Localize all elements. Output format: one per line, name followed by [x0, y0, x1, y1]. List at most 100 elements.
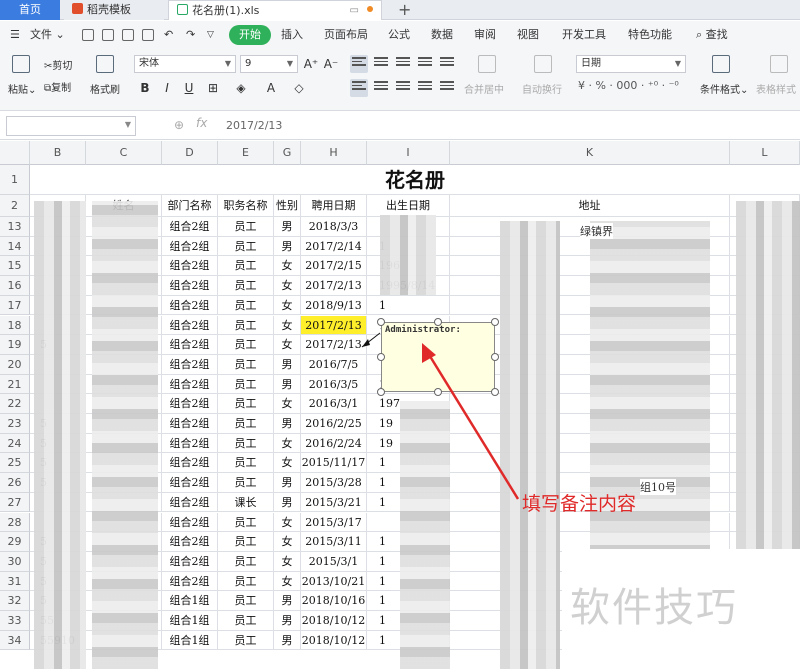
cell-e-29[interactable]: 员工: [218, 532, 274, 552]
cell-d-25[interactable]: 组合2组: [162, 453, 218, 474]
cell-e-19[interactable]: 员工: [218, 335, 274, 355]
header-cell-position[interactable]: 职务名称: [218, 195, 274, 217]
cell-e-14[interactable]: 员工: [218, 236, 274, 257]
header-cell-gender[interactable]: 性别: [274, 195, 301, 217]
print-icon[interactable]: [122, 29, 134, 41]
cell-e-25[interactable]: 员工: [218, 453, 274, 474]
fill-color-icon[interactable]: ◈: [232, 79, 250, 97]
export-icon[interactable]: [102, 29, 114, 41]
cell-g-31[interactable]: 女: [274, 571, 301, 592]
fx-icon[interactable]: fx: [196, 116, 207, 130]
cell-e-16[interactable]: 员工: [218, 276, 274, 296]
cell-d-27[interactable]: 组合2组: [162, 492, 218, 513]
cell-e-28[interactable]: 员工: [218, 512, 274, 533]
cell-h-16[interactable]: 2017/2/13: [301, 276, 367, 296]
row-header-31[interactable]: 31: [0, 571, 30, 592]
undo-icon[interactable]: ↶: [164, 21, 173, 49]
cell-g-15[interactable]: 女: [274, 256, 301, 277]
row-header-28[interactable]: 28: [0, 512, 30, 533]
cell-g-29[interactable]: 女: [274, 532, 301, 552]
tab-file[interactable]: 花名册(1).xls ▭: [168, 0, 382, 20]
cell-d-31[interactable]: 组合2组: [162, 571, 218, 592]
paste-icon[interactable]: [12, 55, 30, 73]
cell-e-34[interactable]: 员工: [218, 630, 274, 651]
cell-h-17[interactable]: 2018/9/13: [301, 295, 367, 316]
cell-g-17[interactable]: 女: [274, 295, 301, 316]
copy-button[interactable]: ⧉复制: [44, 79, 71, 94]
cell-d-15[interactable]: 组合2组: [162, 256, 218, 277]
conditional-format-icon[interactable]: [712, 55, 730, 73]
cell-d-26[interactable]: 组合2组: [162, 473, 218, 493]
cell-g-25[interactable]: 女: [274, 453, 301, 474]
cell-h-18[interactable]: 2017/2/13: [301, 315, 367, 336]
row-header-21[interactable]: 21: [0, 374, 30, 395]
menu-special[interactable]: 特色功能: [628, 21, 672, 49]
menu-hamburger-icon[interactable]: ☰: [10, 21, 20, 49]
menu-layout[interactable]: 页面布局: [324, 21, 368, 49]
row-header-34[interactable]: 34: [0, 630, 30, 651]
col-header-e[interactable]: E: [218, 141, 274, 165]
cell-h-15[interactable]: 2017/2/15: [301, 256, 367, 277]
cell-g-23[interactable]: 男: [274, 414, 301, 434]
cell-h-30[interactable]: 2015/3/1: [301, 551, 367, 572]
col-header-d[interactable]: D: [162, 141, 218, 165]
row-header-24[interactable]: 24: [0, 433, 30, 454]
header-cell-hire-date[interactable]: 聘用日期: [301, 195, 367, 217]
font-color-icon[interactable]: A: [262, 79, 280, 97]
font-size-select[interactable]: 9 ▼: [240, 55, 298, 73]
align-right-icon[interactable]: [394, 79, 412, 97]
row-header-26[interactable]: 26: [0, 473, 30, 493]
format-painter-button[interactable]: 格式刷: [90, 81, 120, 96]
redo-icon[interactable]: ↷: [186, 21, 195, 49]
number-format-select[interactable]: 日期 ▼: [576, 55, 686, 73]
cell-e-21[interactable]: 员工: [218, 374, 274, 395]
cell-d-21[interactable]: 组合2组: [162, 374, 218, 395]
align-top-icon[interactable]: [350, 55, 368, 73]
row-header-29[interactable]: 29: [0, 532, 30, 552]
zoom-icon[interactable]: ⊕: [174, 118, 184, 132]
cell-g-16[interactable]: 女: [274, 276, 301, 296]
cell-d-23[interactable]: 组合2组: [162, 414, 218, 434]
align-left-icon[interactable]: [350, 79, 368, 97]
cell-d-19[interactable]: 组合2组: [162, 335, 218, 355]
underline-button[interactable]: U: [180, 79, 198, 97]
cell-d-32[interactable]: 组合1组: [162, 591, 218, 611]
wrap-text-icon[interactable]: [534, 55, 552, 73]
cell-g-33[interactable]: 男: [274, 611, 301, 631]
print-preview-icon[interactable]: [142, 29, 154, 41]
decrease-font-icon[interactable]: A⁻: [322, 55, 340, 73]
cell-h-29[interactable]: 2015/3/11: [301, 532, 367, 552]
cell-g-21[interactable]: 男: [274, 374, 301, 395]
cell-h-28[interactable]: 2015/3/17: [301, 512, 367, 533]
resize-handle-icon[interactable]: [434, 318, 442, 326]
row-header-16[interactable]: 16: [0, 276, 30, 296]
row-header-13[interactable]: 13: [0, 217, 30, 237]
cell-h-21[interactable]: 2016/3/5: [301, 374, 367, 395]
cell-h-27[interactable]: 2015/3/21: [301, 492, 367, 513]
select-all-corner[interactable]: [0, 141, 30, 165]
search-button[interactable]: ⌕ 查找: [696, 21, 728, 49]
monitor-icon[interactable]: ▭: [350, 5, 359, 16]
indent-icon[interactable]: [438, 55, 456, 73]
cell-h-26[interactable]: 2015/3/28: [301, 473, 367, 493]
cell-d-30[interactable]: 组合2组: [162, 551, 218, 572]
row-header-33[interactable]: 33: [0, 611, 30, 631]
cell-g-27[interactable]: 男: [274, 492, 301, 513]
cell-d-16[interactable]: 组合2组: [162, 276, 218, 296]
row-header-14[interactable]: 14: [0, 236, 30, 257]
cell-h-13[interactable]: 2018/3/3: [301, 217, 367, 237]
cell-e-26[interactable]: 员工: [218, 473, 274, 493]
align-center-icon[interactable]: [372, 79, 390, 97]
clear-format-icon[interactable]: ◇: [290, 79, 308, 97]
cell-d-18[interactable]: 组合2组: [162, 315, 218, 336]
cell-h-24[interactable]: 2016/2/24: [301, 433, 367, 454]
cell-h-19[interactable]: 2017/2/13: [301, 335, 367, 355]
align-bottom-icon[interactable]: [394, 55, 412, 73]
cell-g-20[interactable]: 男: [274, 354, 301, 375]
format-painter-icon[interactable]: [96, 55, 114, 73]
cell-e-33[interactable]: 员工: [218, 611, 274, 631]
resize-handle-icon[interactable]: [377, 318, 385, 326]
menu-devtools[interactable]: 开发工具: [562, 21, 606, 49]
cell-h-34[interactable]: 2018/10/12: [301, 630, 367, 651]
paste-button[interactable]: 粘贴⌄: [8, 81, 36, 96]
